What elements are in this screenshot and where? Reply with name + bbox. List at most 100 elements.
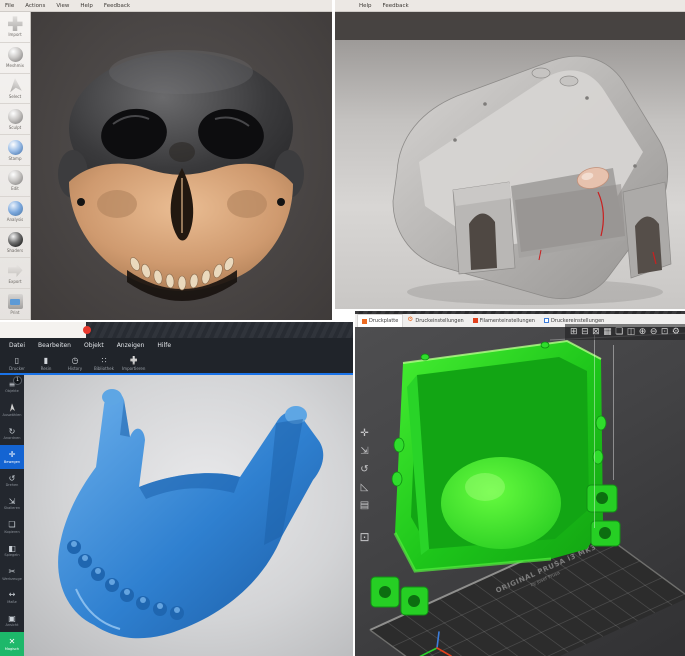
toolbar-button-copy[interactable]: ❏ [615,327,623,337]
sidebar-tool-select[interactable]: ↖ Auswählen [0,398,24,421]
meshmixer-menubar: File Actions View Help Feedback [0,0,332,12]
meshmixer-tool-meshmix[interactable]: Meshmix [0,43,30,74]
sidebar-tool-mirror[interactable]: ◧ Spiegeln [0,539,24,562]
meshmixer-tool-shaders[interactable]: Shaders [0,228,30,259]
panel-slicer-mandible: Datei Bearbeiten Objekt Anzeigen Hilfe ▯ Dru… [0,322,353,656]
tool-icon [8,170,23,185]
gizmo-button-place-on-face[interactable]: ◺ [361,482,369,493]
sidebar-tool-label: Spiegeln [4,553,19,557]
toolbar-button-zoom-out[interactable]: ⊖ [650,327,658,337]
tool-label: Stamp [9,156,22,161]
meshmixer-tool-sculpt[interactable]: Sculpt [0,104,30,135]
sidebar-tool-label: Ansicht [6,623,19,627]
toolbar-button-settings[interactable]: ⚙ [672,327,680,337]
sidebar-tool-arrange[interactable]: ↻ Anordnen [0,422,24,445]
menu-item[interactable]: Actions [25,3,45,9]
meshmixer-tool-import[interactable]: Import [0,12,30,43]
toolbar-icon: ▯ [15,356,19,365]
slicer-3d-viewport[interactable] [24,375,353,656]
tab-print-settings[interactable]: Druckeinstellungen [404,314,467,327]
tool-label: Import [8,32,21,37]
gizmo-button-move[interactable]: ✛ [360,428,368,439]
toolbar-button-history[interactable]: ◷ History [64,356,86,371]
toolbar-icon: ⇩ [130,356,137,365]
sidebar-tool-icon: ✕ [9,637,16,646]
menu-item[interactable]: Help [359,3,372,9]
toolbar-button-delete-all[interactable]: ⊠ [592,327,600,337]
sidebar-tool-label: Skalieren [4,506,20,510]
sidebar-tool-objects[interactable]: ≡ Objekte 1 [0,375,24,398]
menu-item[interactable]: File [5,3,14,9]
mold-3d-viewport[interactable] [335,40,685,309]
sidebar-tool-tools[interactable]: ✂ Werkzeuge [0,562,24,585]
toolbar-button-arrange[interactable]: ▦ [603,327,612,337]
menu-item[interactable]: Anzeigen [117,342,145,349]
tool-label: Print [10,310,19,315]
meshmixer-tool-edit[interactable]: Edit [0,166,30,197]
mold-panel-toolbar-band [335,12,685,40]
toolbar-button-delete[interactable]: ⊟ [581,327,589,337]
prusaslicer-3d-viewport[interactable]: ORIGINAL PRUSA i3 MK3 by Josef Prusa [355,327,685,656]
tab-label: Druckplatte [369,318,398,324]
toolbar-button-library[interactable]: ∷ Bibliothek [93,356,115,371]
menu-item[interactable]: Feedback [104,3,130,9]
tab-label: Druckereinstellungen [551,318,604,324]
gizmo-button-scale[interactable]: ⇲ [360,446,368,457]
objects-count-badge: 1 [13,376,22,385]
sidebar-tool-label: Anordnen [4,436,21,440]
sidebar-tool-label: Bewegen [4,460,20,464]
prusaslicer-gizmo-bar: ✛ ⇲ ↺ ◺ ▤ ⊡ [356,428,373,543]
toolbar-button-resin[interactable]: ▮ Resin [35,356,57,371]
meshmixer-tool-select[interactable]: Select [0,74,30,105]
menu-item[interactable]: Feedback [383,3,409,9]
meshmixer-tool-sidebar: Import Meshmix Select Sculpt Stamp Edit … [0,12,31,320]
toolbar-button-zoom-in[interactable]: ⊕ [639,327,647,337]
sidebar-tool-scale[interactable]: ⇲ Skalieren [0,492,24,515]
menu-item[interactable]: Hilfe [157,342,171,349]
sidebar-tool-icon: ✂ [9,567,16,576]
tool-label: Export [8,279,21,284]
gizmo-button-rotate[interactable]: ↺ [360,464,368,475]
sidebar-tool-icon: ❏ [8,520,15,529]
toolbar-button-paste[interactable]: ◫ [627,327,636,337]
menu-item[interactable]: Help [80,3,93,9]
gizmo-button-cut[interactable]: ▤ [360,500,369,511]
tool-label: Select [9,94,21,99]
skull-model[interactable] [31,12,332,320]
toolbar-button-instances[interactable]: ⊡ [661,327,669,337]
mold-panel-menubar: Help Feedback [335,0,685,12]
meshmixer-tool-analysis[interactable]: Analysis [0,197,30,228]
meshmixer-3d-viewport[interactable] [31,12,332,320]
sidebar-tool-icon: ⇲ [9,497,16,506]
sidebar-tool-measure[interactable]: ↔ Maße [0,586,24,609]
sidebar-tool-magic[interactable]: ✕ Magisch [0,632,24,655]
menu-item[interactable]: View [56,3,69,9]
gray-mold-model[interactable] [335,40,685,309]
menu-item[interactable]: Datei [9,342,25,349]
tab-filament-settings[interactable]: Filamenteinstellungen [469,314,539,327]
tool-label: Edit [11,186,19,191]
sidebar-tool-rotate[interactable]: ↺ Drehen [0,469,24,492]
mandible-model[interactable] [24,375,353,656]
sidebar-tool-icon: ◧ [8,544,16,553]
meshmixer-tool-print[interactable]: Print [0,289,30,320]
prusaslicer-top-toolbar: ⊞⊟⊠▦❏ ◫⊕⊖⊡⚙ [565,324,685,340]
menu-item[interactable]: Objekt [84,342,104,349]
tool-icon [8,109,23,124]
sidebar-tool-move[interactable]: ✛ Bewegen [0,445,24,468]
toolbar-button-import[interactable]: ⇩ Importieren [122,356,145,371]
menu-item[interactable]: Bearbeiten [38,342,71,349]
toolbar-label: Resin [41,366,52,371]
sidebar-tool-copy[interactable]: ❏ Kopieren [0,515,24,538]
gizmo-button-view-cube[interactable]: ⊡ [359,532,369,543]
sidebar-tool-view[interactable]: ▣ Ansicht [0,609,24,632]
meshmixer-tool-export[interactable]: Export [0,258,30,289]
sidebar-tool-label: Auswählen [2,413,21,417]
tab-plater[interactable]: Druckplatte [357,314,403,327]
alert-dot [83,326,91,334]
meshmixer-tool-stamp[interactable]: Stamp [0,135,30,166]
toolbar-button-add[interactable]: ⊞ [570,327,578,337]
tab-label: Filamenteinstellungen [480,318,535,324]
toolbar-button-printer[interactable]: ▯ Drucker [6,356,28,371]
tool-icon [8,294,23,309]
